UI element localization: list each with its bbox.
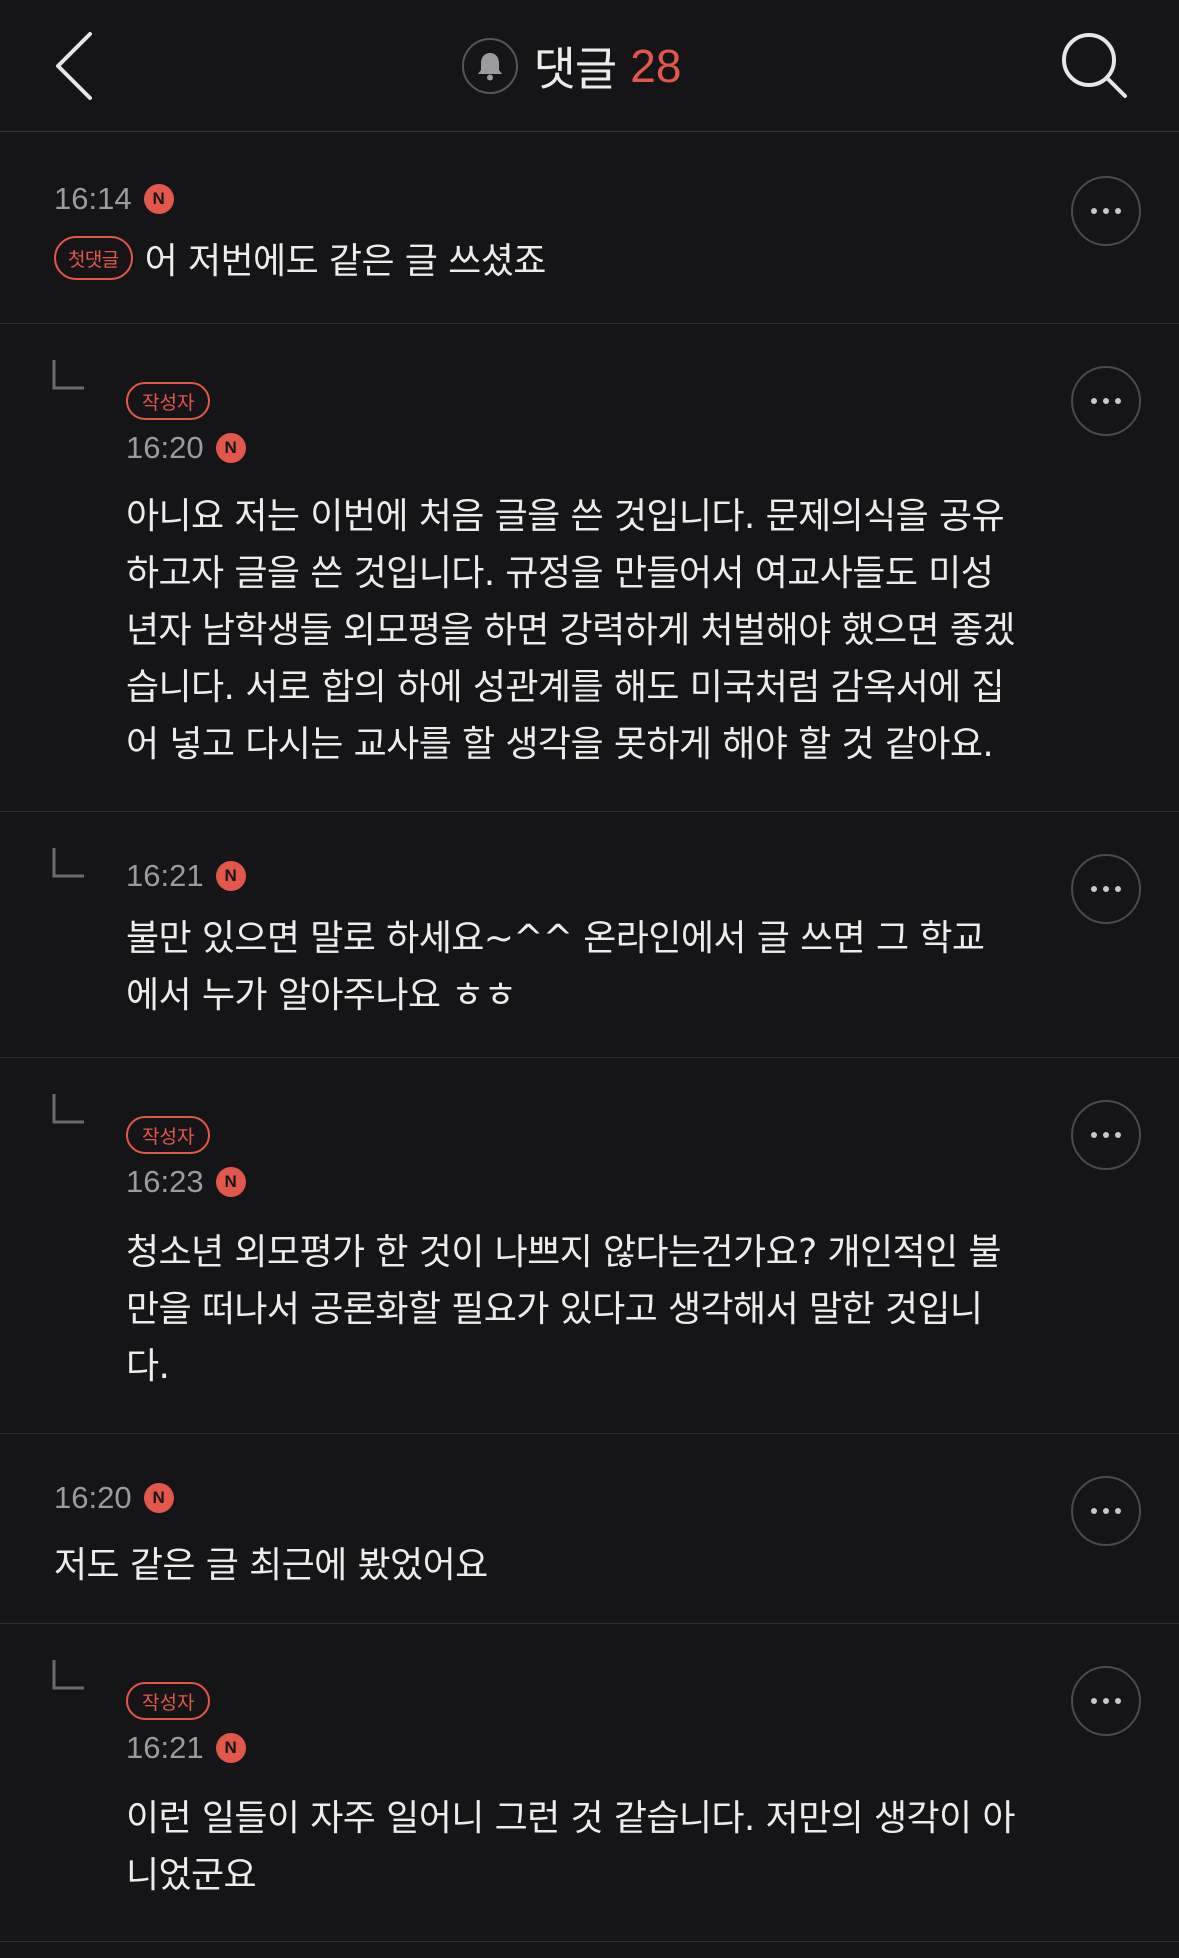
text-line: 이런 일들이 자주 일어니 그런 것 같습니다. 저만의 생각이 아 (126, 1798, 1016, 1839)
comment-body: 첫댓글 어 저번에도 같은 글 쓰셨죠 (54, 228, 546, 288)
text-line: 니었군요 (126, 1855, 257, 1896)
text-line: 어 넣고 다시는 교사를 할 생각을 못하게 해야 할 것 같아요. (126, 724, 994, 765)
comment-text: 저도 같은 글 최근에 봤었어요 (54, 1545, 488, 1586)
comment-time: 16:21 (126, 858, 204, 893)
new-badge: N (143, 1483, 174, 1513)
dot (1091, 886, 1097, 892)
more-options-button[interactable] (1071, 1476, 1141, 1546)
dot (1115, 208, 1121, 214)
dot (1103, 1698, 1109, 1704)
more-options-button[interactable] (1071, 366, 1141, 436)
comment-time: 16:20 (126, 430, 204, 465)
dot (1115, 886, 1121, 892)
dot (1091, 398, 1097, 404)
text-line: 하고자 글을 쓴 것입니다. 규정을 만들어서 여교사들도 미성 (126, 553, 994, 594)
reply-item: 작성자 16:21 N 이런 일들이 자주 일어니 그런 것 같습니다. 저만의… (0, 1624, 1179, 1942)
reply-item: 작성자 16:20 N 아니요 저는 이번에 처음 글을 쓴 것입니다. 문제의… (0, 324, 1179, 812)
header-title-group: 댓글 28 (0, 0, 1179, 132)
page-title: 댓글 (533, 42, 618, 96)
more-options-button[interactable] (1071, 1100, 1141, 1170)
comment-item: 16:14 N 첫댓글 어 저번에도 같은 글 쓰셨죠 (0, 132, 1179, 324)
dot (1103, 1132, 1109, 1138)
comment-meta: 16:20 N (126, 430, 246, 466)
reply-arrow-icon (52, 360, 84, 390)
search-icon (1062, 33, 1127, 98)
dot (1103, 208, 1109, 214)
text-line: 다. (126, 1346, 170, 1387)
dot (1091, 1698, 1097, 1704)
comment-meta: 16:21 N (126, 858, 246, 894)
new-badge: N (215, 1733, 246, 1763)
text-line: 년자 남학생들 외모평을 하면 강력하게 처벌해야 했으면 좋겠 (126, 610, 1016, 651)
text-line: 습니다. 서로 합의 하에 성관계를 해도 미국처럼 감옥서에 집 (126, 667, 1005, 708)
author-badge: 작성자 (126, 1682, 211, 1720)
reply-arrow-icon (52, 1660, 84, 1690)
more-options-button[interactable] (1071, 854, 1141, 924)
dot (1103, 1508, 1109, 1514)
search-button[interactable] (1059, 30, 1131, 102)
dot (1103, 886, 1109, 892)
comment-text: 어 저번에도 같은 글 쓰셨죠 (144, 241, 547, 282)
text-line: 에서 누가 알아주나요 ㅎㅎ (126, 975, 517, 1016)
author-badge: 작성자 (126, 382, 211, 420)
new-badge: N (143, 184, 174, 214)
dot (1115, 1508, 1121, 1514)
new-badge: N (215, 433, 246, 463)
comment-time: 16:23 (126, 1164, 204, 1199)
text-line: 아니요 저는 이번에 처음 글을 쓴 것입니다. 문제의식을 공유 (126, 496, 1005, 537)
comment-item: 16:20 N 저도 같은 글 최근에 봤었어요 (0, 1434, 1179, 1624)
comment-text: 청소년 외모평가 한 것이 나쁘지 않다는건가요? 개인적인 불 만을 떠나서 … (126, 1224, 1126, 1395)
reply-item: 작성자 16:23 N 청소년 외모평가 한 것이 나쁘지 않다는건가요? 개인… (0, 1058, 1179, 1434)
comment-text: 불만 있으면 말로 하세요~^^ 온라인에서 글 쓰면 그 학교 에서 누가 알… (126, 910, 1126, 1024)
comment-meta: 16:20 N (54, 1480, 174, 1516)
dot (1091, 1508, 1097, 1514)
comment-meta: 16:21 N (126, 1730, 246, 1766)
more-options-button[interactable] (1071, 176, 1141, 246)
author-badge: 작성자 (126, 1116, 211, 1154)
comment-time: 16:20 (54, 1480, 132, 1515)
top-bar: 댓글 28 (0, 0, 1179, 132)
bell-icon (477, 53, 502, 81)
comment-text: 아니요 저는 이번에 처음 글을 쓴 것입니다. 문제의식을 공유 하고자 글을… (126, 488, 1126, 773)
comment-time: 16:14 (54, 181, 132, 216)
reply-arrow-icon (52, 848, 84, 878)
text-line: 불만 있으면 말로 하세요~^^ 온라인에서 글 쓰면 그 학교 (126, 918, 985, 959)
comment-meta: 16:14 N (54, 181, 174, 217)
new-badge: N (215, 1167, 246, 1197)
dot (1091, 208, 1097, 214)
dot (1115, 398, 1121, 404)
comment-body: 저도 같은 글 최근에 봤었어요 (54, 1532, 488, 1592)
dot (1091, 1132, 1097, 1138)
text-line: 청소년 외모평가 한 것이 나쁘지 않다는건가요? 개인적인 불 (126, 1232, 1002, 1273)
comment-meta: 16:23 N (126, 1164, 246, 1200)
dot (1103, 398, 1109, 404)
reply-arrow-icon (52, 1094, 84, 1124)
new-badge: N (215, 861, 246, 891)
dot (1115, 1132, 1121, 1138)
comment-count: 28 (630, 40, 682, 92)
first-comment-badge: 첫댓글 (54, 236, 133, 280)
notification-bell-button[interactable] (461, 38, 518, 94)
more-options-button[interactable] (1071, 1666, 1141, 1736)
comment-time: 16:21 (126, 1730, 204, 1765)
dot (1115, 1698, 1121, 1704)
comment-text: 이런 일들이 자주 일어니 그런 것 같습니다. 저만의 생각이 아 니었군요 (126, 1790, 1126, 1904)
reply-item: 16:21 N 불만 있으면 말로 하세요~^^ 온라인에서 글 쓰면 그 학교… (0, 812, 1179, 1058)
text-line: 만을 떠나서 공론화할 필요가 있다고 생각해서 말한 것입니 (126, 1289, 983, 1330)
